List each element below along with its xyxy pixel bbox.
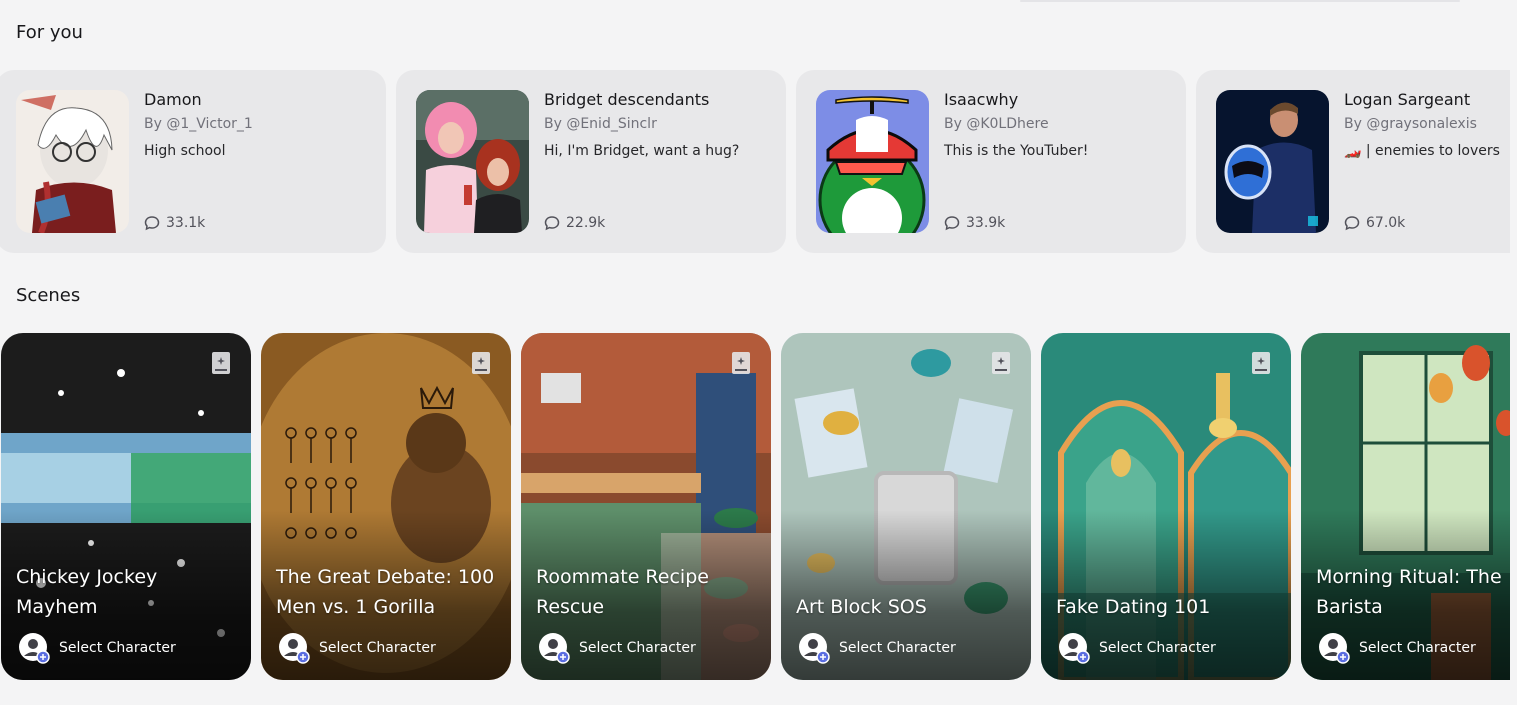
select-character-button[interactable]: Select Character — [1318, 632, 1476, 664]
character-author: By @1_Victor_1 — [144, 116, 253, 132]
chat-count: 22.9k — [544, 215, 605, 231]
character-avatar — [816, 90, 929, 233]
scene-title: Chickey Jockey Mayhem — [16, 566, 158, 618]
character-name: Bridget descendants — [544, 90, 710, 109]
select-character-label: Select Character — [319, 640, 436, 656]
top-scrollbar — [1020, 0, 1460, 2]
book-sparkle-icon — [992, 352, 1010, 374]
select-character-button[interactable]: Select Character — [18, 632, 176, 664]
chat-count-value: 67.0k — [1366, 215, 1406, 231]
select-character-label: Select Character — [1359, 640, 1476, 656]
character-card-bridget[interactable]: Bridget descendants By @Enid_Sinclr Hi, … — [396, 70, 786, 253]
select-character-label: Select Character — [579, 640, 696, 656]
character-description: 🏎️ | enemies to lovers — [1344, 143, 1500, 159]
character-description: This is the YouTuber! — [944, 143, 1089, 159]
scene-title: Morning Ritual: The Barista — [1316, 566, 1502, 618]
character-author: By @graysonalexis — [1344, 116, 1477, 132]
chat-count: 67.0k — [1344, 215, 1405, 231]
user-plus-icon — [1059, 633, 1090, 664]
scene-card-art-block[interactable]: Art Block SOS Select Character — [781, 333, 1031, 680]
chat-bubble-icon — [1344, 216, 1360, 231]
for-you-heading: For you — [16, 22, 83, 43]
scene-card-morning-ritual[interactable]: Morning Ritual: The Barista Select Chara… — [1301, 333, 1510, 680]
scene-title: Roommate Recipe Rescue — [536, 566, 709, 618]
book-sparkle-icon — [472, 352, 490, 374]
character-avatar — [1216, 90, 1329, 233]
character-avatar — [416, 90, 529, 233]
book-sparkle-icon — [1252, 352, 1270, 374]
user-plus-icon — [539, 633, 570, 664]
book-sparkle-icon — [212, 352, 230, 374]
select-character-button[interactable]: Select Character — [278, 632, 436, 664]
chat-bubble-icon — [944, 216, 960, 231]
select-character-label: Select Character — [1099, 640, 1216, 656]
scene-card-chickey-jockey[interactable]: Chickey Jockey Mayhem Select Character — [1, 333, 251, 680]
select-character-button[interactable]: Select Character — [538, 632, 696, 664]
user-plus-icon — [19, 633, 50, 664]
scenes-carousel: Chickey Jockey Mayhem Select Character T… — [0, 333, 1510, 680]
character-name: Logan Sargeant — [1344, 90, 1471, 109]
chat-count-value: 33.1k — [166, 215, 206, 231]
character-card-logan-sargeant[interactable]: Logan Sargeant By @graysonalexis 🏎️ | en… — [1196, 70, 1510, 253]
select-character-label: Select Character — [839, 640, 956, 656]
character-name: Damon — [144, 90, 202, 109]
select-character-label: Select Character — [59, 640, 176, 656]
character-author: By @Enid_Sinclr — [544, 116, 657, 132]
user-plus-icon — [1319, 633, 1350, 664]
chat-count: 33.9k — [944, 215, 1005, 231]
character-author: By @K0LDhere — [944, 116, 1049, 132]
chat-count-value: 33.9k — [966, 215, 1006, 231]
scenes-heading: Scenes — [16, 285, 81, 306]
for-you-carousel: Damon By @1_Victor_1 High school 33.1k B… — [0, 70, 1510, 253]
chat-count: 33.1k — [144, 215, 205, 231]
chat-bubble-icon — [144, 216, 160, 231]
character-avatar — [16, 90, 129, 233]
scene-card-roommate-recipe[interactable]: Roommate Recipe Rescue Select Character — [521, 333, 771, 680]
chat-bubble-icon — [544, 216, 560, 231]
user-plus-icon — [799, 633, 830, 664]
select-character-button[interactable]: Select Character — [1058, 632, 1216, 664]
chat-count-value: 22.9k — [566, 215, 606, 231]
character-card-damon[interactable]: Damon By @1_Victor_1 High school 33.1k — [0, 70, 386, 253]
character-description: Hi, I'm Bridget, want a hug? — [544, 143, 740, 159]
scene-card-great-debate[interactable]: The Great Debate: 100 Men vs. 1 Gorilla … — [261, 333, 511, 680]
scene-title: Art Block SOS — [796, 596, 927, 618]
scene-title: The Great Debate: 100 Men vs. 1 Gorilla — [276, 566, 495, 618]
scene-card-fake-dating[interactable]: Fake Dating 101 Select Character — [1041, 333, 1291, 680]
book-sparkle-icon — [732, 352, 750, 374]
character-name: Isaacwhy — [944, 90, 1019, 109]
character-card-isaacwhy[interactable]: Isaacwhy By @K0LDhere This is the YouTub… — [796, 70, 1186, 253]
user-plus-icon — [279, 633, 310, 664]
character-description: High school — [144, 143, 226, 159]
select-character-button[interactable]: Select Character — [798, 632, 956, 664]
scene-title: Fake Dating 101 — [1056, 596, 1211, 618]
